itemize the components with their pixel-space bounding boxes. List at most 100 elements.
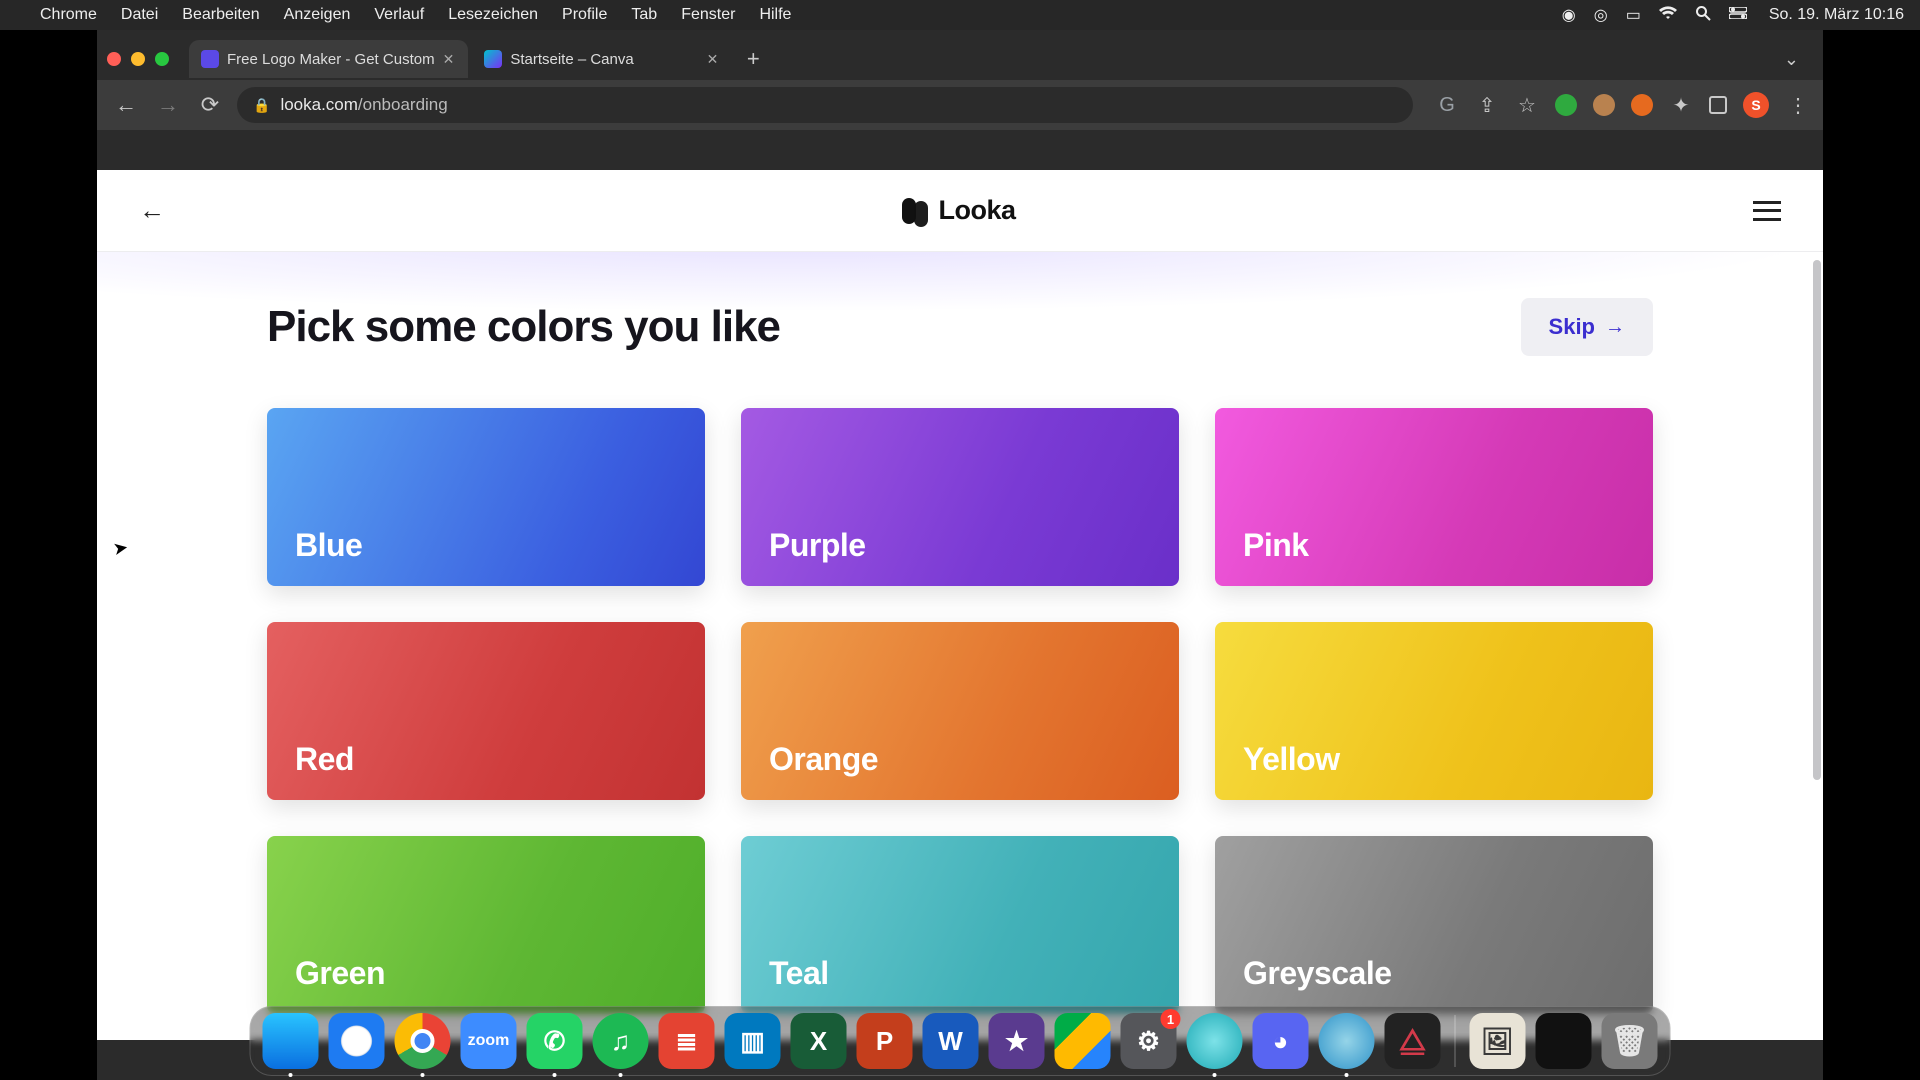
macos-menubar: Chrome Datei Bearbeiten Anzeigen Verlauf… bbox=[0, 0, 1920, 30]
chrome-window: Free Logo Maker - Get Custom ✕ Startseit… bbox=[97, 30, 1823, 1080]
dock-discord[interactable]: ◕ bbox=[1253, 1013, 1309, 1069]
window-traffic-lights bbox=[107, 52, 169, 66]
dock-separator bbox=[1455, 1015, 1456, 1067]
macos-dock: zoom ✆ ♫ ≣ ▥ X P W ★ ⚙1 ◕ ⧋ 🖼 🗑 bbox=[250, 998, 1671, 1076]
letterbox-right bbox=[1823, 30, 1920, 1080]
new-tab-button[interactable]: + bbox=[736, 42, 770, 76]
google-translate-icon[interactable]: G bbox=[1435, 93, 1459, 117]
menu-hamburger-icon[interactable] bbox=[1753, 201, 1781, 221]
dock-imovie[interactable]: ★ bbox=[989, 1013, 1045, 1069]
tab-close-icon[interactable]: ✕ bbox=[707, 51, 719, 68]
color-label: Blue bbox=[295, 527, 362, 564]
color-label: Yellow bbox=[1243, 741, 1340, 778]
color-card-red[interactable]: Red bbox=[267, 622, 705, 800]
dock-excel[interactable]: X bbox=[791, 1013, 847, 1069]
color-label: Green bbox=[295, 955, 385, 992]
extension-icon-3[interactable] bbox=[1631, 94, 1653, 116]
color-card-pink[interactable]: Pink bbox=[1215, 408, 1653, 586]
dock-finder[interactable] bbox=[263, 1013, 319, 1069]
dock-quicktime[interactable] bbox=[1319, 1013, 1375, 1069]
color-card-yellow[interactable]: Yellow bbox=[1215, 622, 1653, 800]
address-bar[interactable]: 🔒 looka.com/onboarding bbox=[237, 87, 1413, 123]
dock-word[interactable]: W bbox=[923, 1013, 979, 1069]
skip-button[interactable]: Skip → bbox=[1521, 298, 1653, 356]
dock-todoist[interactable]: ≣ bbox=[659, 1013, 715, 1069]
letterbox-left bbox=[0, 30, 97, 1080]
nav-back-button[interactable]: ← bbox=[111, 90, 141, 120]
menubar-datetime[interactable]: So. 19. März 10:16 bbox=[1765, 6, 1904, 24]
dock-settings[interactable]: ⚙1 bbox=[1121, 1013, 1177, 1069]
dock-dark-app[interactable] bbox=[1536, 1013, 1592, 1069]
control-center-icon[interactable] bbox=[1729, 6, 1747, 24]
window-minimize-button[interactable] bbox=[131, 52, 145, 66]
color-card-teal[interactable]: Teal bbox=[741, 836, 1179, 1014]
tab-overflow-icon[interactable]: ⌄ bbox=[1784, 49, 1813, 70]
menu-tab[interactable]: Tab bbox=[631, 6, 657, 24]
tab-canva[interactable]: Startseite – Canva ✕ bbox=[472, 40, 732, 78]
wifi-icon[interactable] bbox=[1659, 6, 1677, 25]
spotlight-icon[interactable] bbox=[1695, 5, 1711, 26]
dock-drive[interactable] bbox=[1055, 1013, 1111, 1069]
menubar-app-name[interactable]: Chrome bbox=[40, 6, 97, 24]
brand-logo[interactable]: Looka bbox=[902, 195, 1015, 226]
color-card-greyscale[interactable]: Greyscale bbox=[1215, 836, 1653, 1014]
color-label: Teal bbox=[769, 955, 829, 992]
page-scrollbar[interactable] bbox=[1813, 260, 1821, 780]
menu-anzeigen[interactable]: Anzeigen bbox=[284, 6, 351, 24]
record-icon[interactable]: ◉ bbox=[1562, 5, 1576, 25]
tab-looka[interactable]: Free Logo Maker - Get Custom ✕ bbox=[189, 40, 468, 78]
chrome-toolbar: ← → ⟳ 🔒 looka.com/onboarding G ⇪ ☆ ✦ S ⋮ bbox=[97, 80, 1823, 130]
sidepanel-icon[interactable] bbox=[1709, 96, 1727, 114]
share-icon[interactable]: ⇪ bbox=[1475, 93, 1499, 117]
nav-reload-button[interactable]: ⟳ bbox=[195, 90, 225, 120]
chrome-menu-icon[interactable]: ⋮ bbox=[1785, 93, 1809, 117]
window-close-button[interactable] bbox=[107, 52, 121, 66]
menu-lesezeichen[interactable]: Lesezeichen bbox=[448, 6, 538, 24]
tab-title: Startseite – Canva bbox=[510, 51, 698, 68]
dock-spotify[interactable]: ♫ bbox=[593, 1013, 649, 1069]
menu-profile[interactable]: Profile bbox=[562, 6, 607, 24]
skip-label: Skip bbox=[1549, 314, 1595, 340]
brand-name: Looka bbox=[938, 195, 1015, 226]
nav-forward-button[interactable]: → bbox=[153, 90, 183, 120]
dock-preview[interactable]: 🖼 bbox=[1470, 1013, 1526, 1069]
battery-icon[interactable]: ▭ bbox=[1626, 5, 1641, 25]
menu-verlauf[interactable]: Verlauf bbox=[374, 6, 424, 24]
screen-icon[interactable]: ◎ bbox=[1594, 5, 1608, 25]
bookmark-icon[interactable]: ☆ bbox=[1515, 93, 1539, 117]
dock-powerpoint[interactable]: P bbox=[857, 1013, 913, 1069]
brand-mark-icon bbox=[902, 198, 928, 224]
color-card-green[interactable]: Green bbox=[267, 836, 705, 1014]
extensions-menu-icon[interactable]: ✦ bbox=[1669, 93, 1693, 117]
color-card-orange[interactable]: Orange bbox=[741, 622, 1179, 800]
color-label: Orange bbox=[769, 741, 878, 778]
menu-fenster[interactable]: Fenster bbox=[681, 6, 735, 24]
color-label: Pink bbox=[1243, 527, 1309, 564]
dock-zoom[interactable]: zoom bbox=[461, 1013, 517, 1069]
dock-trash[interactable]: 🗑 bbox=[1602, 1013, 1658, 1069]
dock-trello[interactable]: ▥ bbox=[725, 1013, 781, 1069]
url-domain: looka.com bbox=[280, 95, 357, 114]
back-button[interactable]: ← bbox=[139, 195, 165, 226]
tab-favicon-icon bbox=[484, 50, 502, 68]
profile-avatar[interactable]: S bbox=[1743, 92, 1769, 118]
dock-chrome[interactable] bbox=[395, 1013, 451, 1069]
menu-datei[interactable]: Datei bbox=[121, 6, 158, 24]
dock-safari[interactable] bbox=[329, 1013, 385, 1069]
dock-audio-app[interactable]: ⧋ bbox=[1385, 1013, 1441, 1069]
color-card-blue[interactable]: Blue bbox=[267, 408, 705, 586]
tab-favicon-icon bbox=[201, 50, 219, 68]
arrow-right-icon: → bbox=[1605, 316, 1625, 339]
extension-shield-icon[interactable] bbox=[1555, 94, 1577, 116]
tab-close-icon[interactable]: ✕ bbox=[443, 51, 455, 68]
dock-app-circle[interactable] bbox=[1187, 1013, 1243, 1069]
app-header: ← Looka bbox=[97, 170, 1823, 252]
page-heading: Pick some colors you like bbox=[267, 302, 780, 352]
extension-icon-2[interactable] bbox=[1593, 94, 1615, 116]
color-card-purple[interactable]: Purple bbox=[741, 408, 1179, 586]
window-zoom-button[interactable] bbox=[155, 52, 169, 66]
menu-hilfe[interactable]: Hilfe bbox=[759, 6, 791, 24]
dock-whatsapp[interactable]: ✆ bbox=[527, 1013, 583, 1069]
color-label: Red bbox=[295, 741, 354, 778]
menu-bearbeiten[interactable]: Bearbeiten bbox=[182, 6, 259, 24]
